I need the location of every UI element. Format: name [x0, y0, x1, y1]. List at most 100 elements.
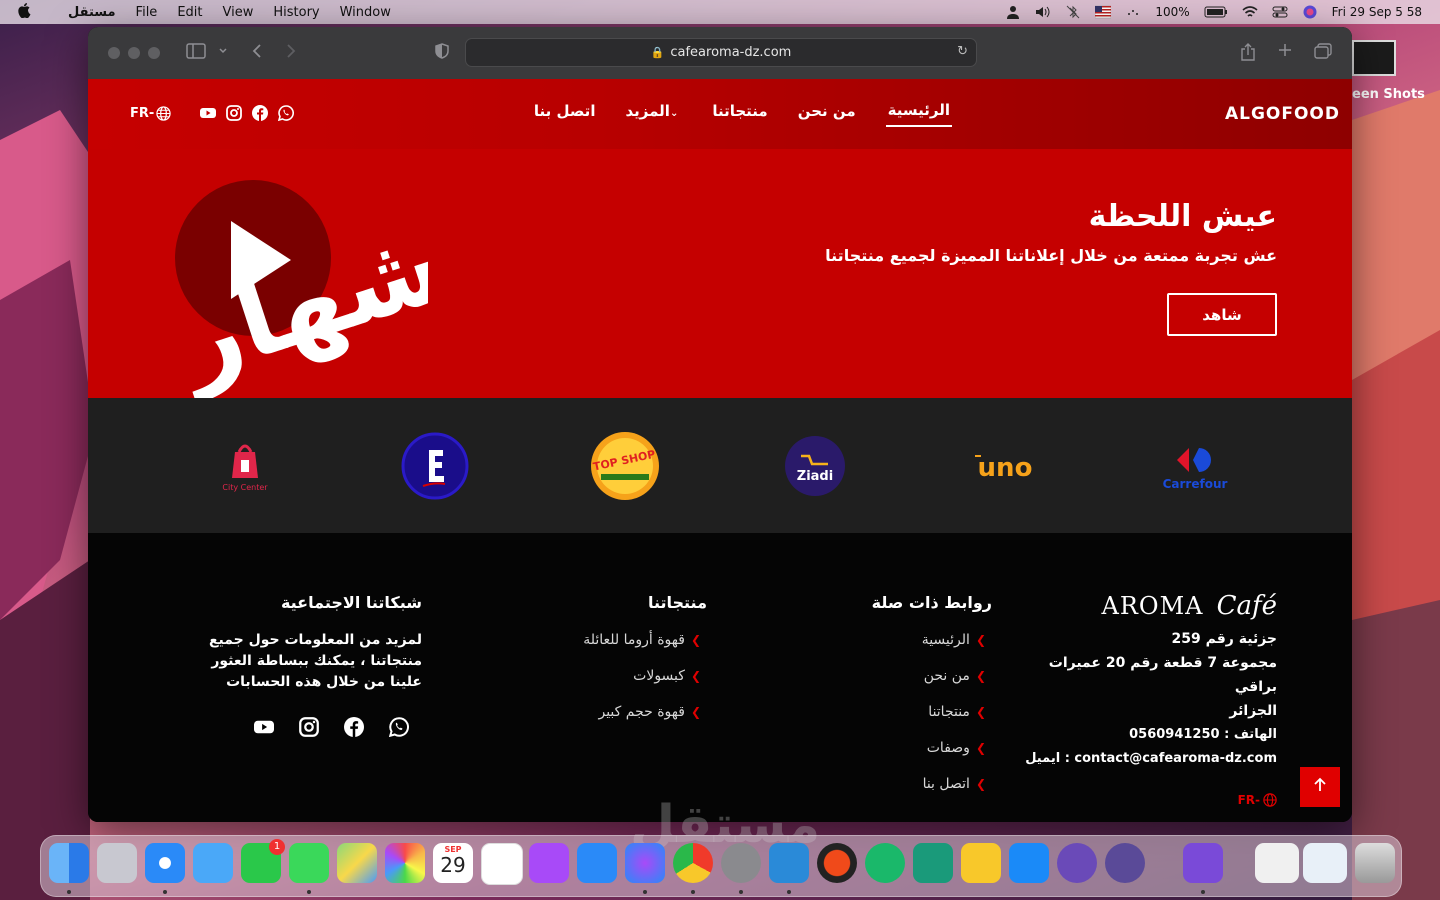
city-center-logo[interactable]: City Center	[209, 430, 281, 502]
sidebar-toggle-icon[interactable]	[186, 43, 206, 59]
siri-icon[interactable]	[1302, 5, 1318, 19]
reload-icon[interactable]: ↻	[957, 44, 968, 59]
youtube-icon[interactable]	[200, 105, 216, 121]
instagram-icon[interactable]	[299, 717, 319, 737]
maps-icon[interactable]	[337, 843, 377, 883]
chevron-down-icon[interactable]	[218, 43, 228, 59]
finder-icon[interactable]	[49, 843, 89, 883]
calendar-day: 29	[440, 853, 466, 877]
menu-file[interactable]: File	[136, 5, 158, 20]
footer-link-recipes[interactable]: ❮ وصفات	[872, 740, 992, 756]
minimize-window-button[interactable]	[128, 47, 140, 59]
top-shop-logo[interactable]: TOP SHOP	[589, 430, 661, 502]
bluetooth-icon[interactable]	[1065, 5, 1081, 19]
back-icon[interactable]	[251, 43, 263, 59]
active-app-name[interactable]: مستقل	[68, 5, 116, 20]
gmail-icon[interactable]	[481, 843, 523, 885]
chrome-icon[interactable]	[673, 843, 713, 883]
wifi-icon[interactable]	[1242, 5, 1258, 19]
whatsapp-icon[interactable]	[389, 717, 409, 737]
footer-links-column: روابط ذات صلة ❮ الرئيسية ❮ من نحن ❮ منتجاتن…	[872, 533, 992, 792]
footer-link-label: من نحن	[923, 668, 970, 684]
volume-icon[interactable]	[1035, 5, 1051, 19]
p-app-icon[interactable]	[1105, 843, 1145, 883]
footer-language-switcher[interactable]: FR-	[1238, 793, 1277, 807]
nav-contact[interactable]: اتصل بنا	[534, 102, 596, 126]
macos-dock: 1 SEP 29	[40, 835, 1402, 897]
activity-icon[interactable]	[1125, 5, 1141, 19]
share-icon[interactable]	[1241, 43, 1255, 61]
globe-icon	[156, 106, 171, 121]
calendar-icon[interactable]: SEP 29	[433, 843, 473, 883]
desktop-icon-label[interactable]: een Shots	[1352, 87, 1425, 102]
nav-home[interactable]: الرئيسية	[885, 101, 952, 127]
address-bar[interactable]: 🔒 cafearoma-dz.com ↻	[465, 38, 977, 67]
desktop-folder-icon[interactable]	[1352, 40, 1396, 76]
carrefour-logo[interactable]: Carrefour	[1159, 430, 1231, 502]
watch-button[interactable]: شاهد	[1167, 293, 1277, 336]
uno-logo[interactable]: uno	[969, 430, 1041, 502]
privacy-shield-icon[interactable]	[435, 43, 449, 59]
footer-link-contact[interactable]: ❮ اتصل بنا	[872, 776, 992, 792]
battery-icon[interactable]	[1204, 5, 1228, 19]
tab-overview-icon[interactable]	[1314, 43, 1332, 59]
messenger-icon[interactable]	[625, 843, 665, 883]
app-store-icon[interactable]	[577, 843, 617, 883]
close-window-button[interactable]	[108, 47, 120, 59]
vscode-icon[interactable]	[769, 843, 809, 883]
chatgpt-icon[interactable]	[913, 843, 953, 883]
ziadi-logo[interactable]: Ziadi	[779, 430, 851, 502]
launchpad-icon[interactable]	[97, 843, 137, 883]
menu-history[interactable]: History	[273, 5, 319, 20]
nav-about[interactable]: من نحن	[798, 102, 856, 126]
podcast-app-icon[interactable]	[1057, 843, 1097, 883]
input-source-flag-icon[interactable]	[1095, 5, 1112, 19]
language-switcher[interactable]: FR-	[130, 106, 171, 121]
photos-icon[interactable]	[385, 843, 425, 883]
mail-icon[interactable]	[193, 843, 233, 883]
new-tab-icon[interactable]	[1278, 43, 1292, 57]
menu-window[interactable]: Window	[340, 5, 391, 20]
facebook-icon[interactable]	[252, 105, 268, 121]
chevron-left-icon: ❮	[690, 705, 701, 719]
aroma-cafe-logo[interactable]: AROMA Café	[1102, 591, 1277, 621]
messages-icon[interactable]	[289, 843, 329, 883]
menu-edit[interactable]: Edit	[177, 5, 202, 20]
safari-icon[interactable]	[145, 843, 185, 883]
footer-product-capsules[interactable]: ❮ كبسولات	[583, 668, 707, 684]
recent-window-chrome[interactable]	[1255, 843, 1299, 883]
footer-link-about[interactable]: ❮ من نحن	[872, 668, 992, 684]
trash-icon[interactable]	[1355, 843, 1395, 883]
disk-utility-icon[interactable]	[1183, 843, 1223, 883]
footer-phone: الهاتف : 0560941250	[1129, 727, 1277, 742]
fiverr-icon[interactable]	[865, 843, 905, 883]
footer-link-products[interactable]: ❮ منتجاتنا	[872, 704, 992, 720]
footer-link-home[interactable]: ❮ الرئيسية	[872, 632, 992, 648]
youtube-icon[interactable]	[254, 717, 274, 737]
site-logo[interactable]: ALGOFOOD	[1225, 104, 1340, 124]
apple-menu-icon[interactable]	[18, 2, 48, 22]
facebook-icon[interactable]	[344, 717, 364, 737]
control-center-icon[interactable]	[1272, 5, 1288, 19]
five-app-icon[interactable]	[961, 843, 1001, 883]
advertising-artwork[interactable]: إشهار	[128, 149, 428, 398]
circle-app-icon[interactable]	[1009, 843, 1049, 883]
zoom-window-button[interactable]	[148, 47, 160, 59]
nav-products[interactable]: منتجاتنا	[712, 102, 767, 126]
recorder-icon[interactable]	[817, 843, 857, 883]
footer-email[interactable]: ايميل : contact@cafearoma-dz.com	[1025, 747, 1277, 771]
menu-view[interactable]: View	[223, 5, 254, 20]
menubar-clock[interactable]: Fri 29 Sep 5 58	[1332, 5, 1422, 19]
footer-product-family[interactable]: ❮ قهوة أروما للعائلة	[583, 632, 707, 648]
footer-product-large[interactable]: ❮ قهوة حجم كبير	[583, 704, 707, 720]
recent-window-finder[interactable]	[1303, 843, 1347, 883]
podcasts-icon[interactable]	[529, 843, 569, 883]
forward-icon[interactable]	[285, 43, 297, 59]
user-icon[interactable]	[1005, 5, 1021, 19]
instagram-icon[interactable]	[226, 105, 242, 121]
blue-e-logo[interactable]	[399, 430, 471, 502]
nav-more[interactable]: المزيد⌄	[625, 102, 682, 126]
scroll-to-top-button[interactable]	[1300, 767, 1340, 807]
system-settings-icon[interactable]	[721, 843, 761, 883]
whatsapp-icon[interactable]	[278, 105, 294, 121]
